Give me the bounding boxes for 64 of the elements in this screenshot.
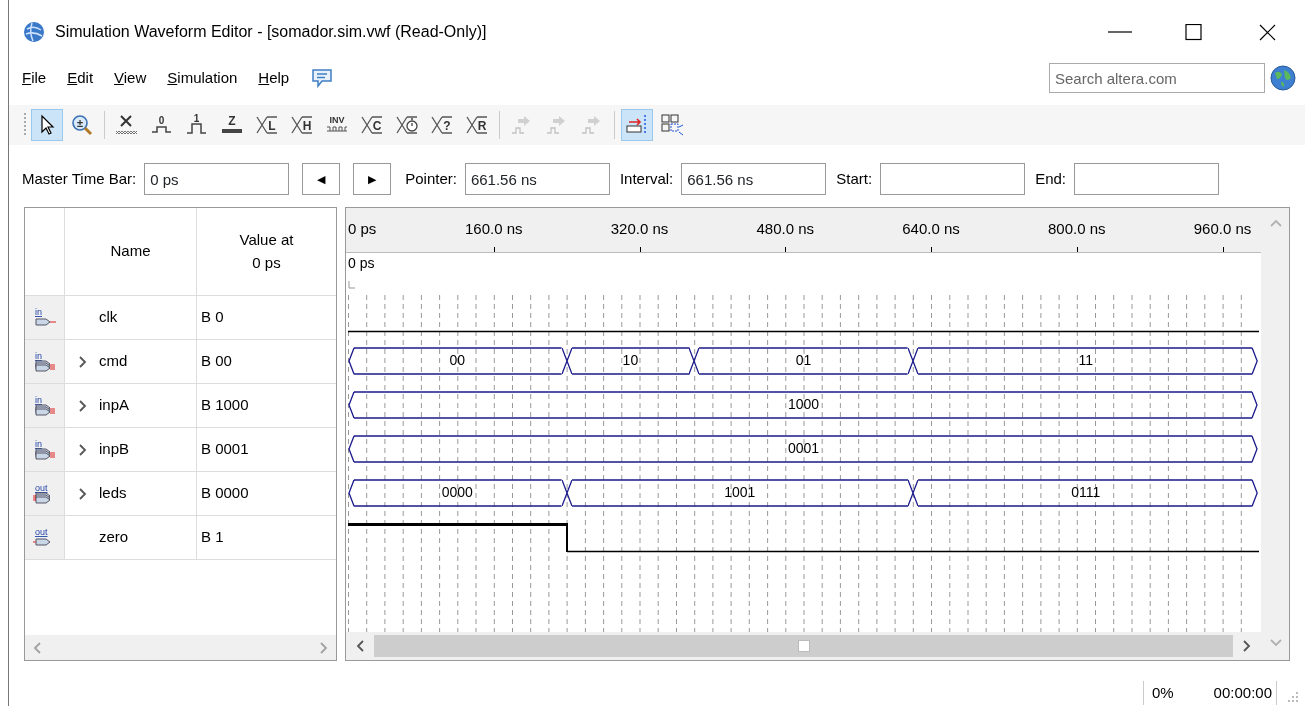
window-title: Simulation Waveform Editor - [somador.sim.vwf (Read-Only)] xyxy=(55,22,487,42)
signal-value: B 0000 xyxy=(201,483,249,504)
field-label: Pointer: xyxy=(405,168,457,189)
signal-name: inpB xyxy=(99,439,130,460)
time-tick-label: 640.0 ns xyxy=(902,219,960,239)
stopwatch-wave-icon xyxy=(395,113,419,137)
speech-bubble-icon[interactable] xyxy=(310,67,335,89)
select-tool-button[interactable] xyxy=(31,109,63,141)
resize-grip-icon xyxy=(1285,689,1299,703)
column-header: Name xyxy=(109,241,152,262)
time-tick-label: 800.0 ns xyxy=(1048,219,1106,239)
menu-item[interactable]: Edit xyxy=(67,66,103,90)
crossed-wave-icon xyxy=(115,113,139,137)
bus-value: 01 xyxy=(795,352,812,368)
menu-item[interactable]: View xyxy=(114,66,156,90)
progress-text: 0% xyxy=(1151,682,1174,703)
signal-value: B 00 xyxy=(201,351,232,372)
marker-flag-icon xyxy=(348,281,356,290)
time-tick-label: 480.0 ns xyxy=(756,219,815,239)
time-field[interactable]: 0 ps xyxy=(144,163,290,195)
time-field[interactable] xyxy=(1074,163,1219,195)
bus-value: 1000 xyxy=(787,396,820,412)
time-tick-label: 160.0 ns xyxy=(465,219,523,239)
time-field[interactable] xyxy=(880,163,1026,195)
field-label: Interval: xyxy=(619,168,674,189)
signal-value: B 0 xyxy=(201,307,224,328)
time-tick-label: 320.0 ns xyxy=(610,219,669,239)
time-tick-label: 960.0 ns xyxy=(1193,219,1252,239)
menu-item[interactable]: Help xyxy=(258,66,299,90)
signal-name: zero xyxy=(99,527,129,548)
signal-value: B 1000 xyxy=(201,395,249,416)
signal-name: inpA xyxy=(99,395,130,416)
bus-value: 11 xyxy=(1078,352,1094,368)
grid-squares-icon xyxy=(660,113,684,137)
bus-value: 10 xyxy=(622,352,639,368)
bus-value: 0000 xyxy=(441,484,473,500)
minimize-icon xyxy=(1108,31,1132,33)
signal-name: cmd xyxy=(99,351,128,372)
bus-value: 1001 xyxy=(724,484,756,500)
column-header: Value at 0 ps xyxy=(238,230,295,273)
search-field[interactable]: Search altera.com xyxy=(1049,63,1265,93)
next-button[interactable]: ▶ xyxy=(353,163,392,195)
time-marker-label: 0 ps xyxy=(348,255,375,271)
time-field[interactable]: 661.56 ns xyxy=(464,163,610,195)
app-globe-icon xyxy=(23,21,45,43)
previous-button[interactable]: ◀ xyxy=(302,163,341,195)
bus-value: 0111 xyxy=(1071,484,1101,500)
signal-value: B 0001 xyxy=(201,439,249,460)
field-label: End: xyxy=(1035,168,1066,189)
elapsed-time: 00:00:00 xyxy=(1213,682,1272,703)
bus-value: 0001 xyxy=(787,440,820,456)
time-field[interactable]: 661.56 ns xyxy=(681,163,827,195)
menu-item[interactable]: Simulation xyxy=(167,66,247,90)
scrollbar-thumb[interactable] xyxy=(374,635,1233,657)
time-tick-label: 0 ps xyxy=(348,219,377,239)
bus-value: 00 xyxy=(449,352,466,368)
signal-name: clk xyxy=(99,307,118,328)
globe-button[interactable] xyxy=(1269,64,1297,92)
menu-item[interactable]: File xyxy=(22,66,56,90)
signal-name: leds xyxy=(99,483,127,504)
snap-to-grid-button[interactable] xyxy=(621,109,653,141)
signal-value: B 1 xyxy=(201,527,224,548)
field-label: Master Time Bar: xyxy=(22,168,137,189)
field-label: Start: xyxy=(836,168,873,189)
